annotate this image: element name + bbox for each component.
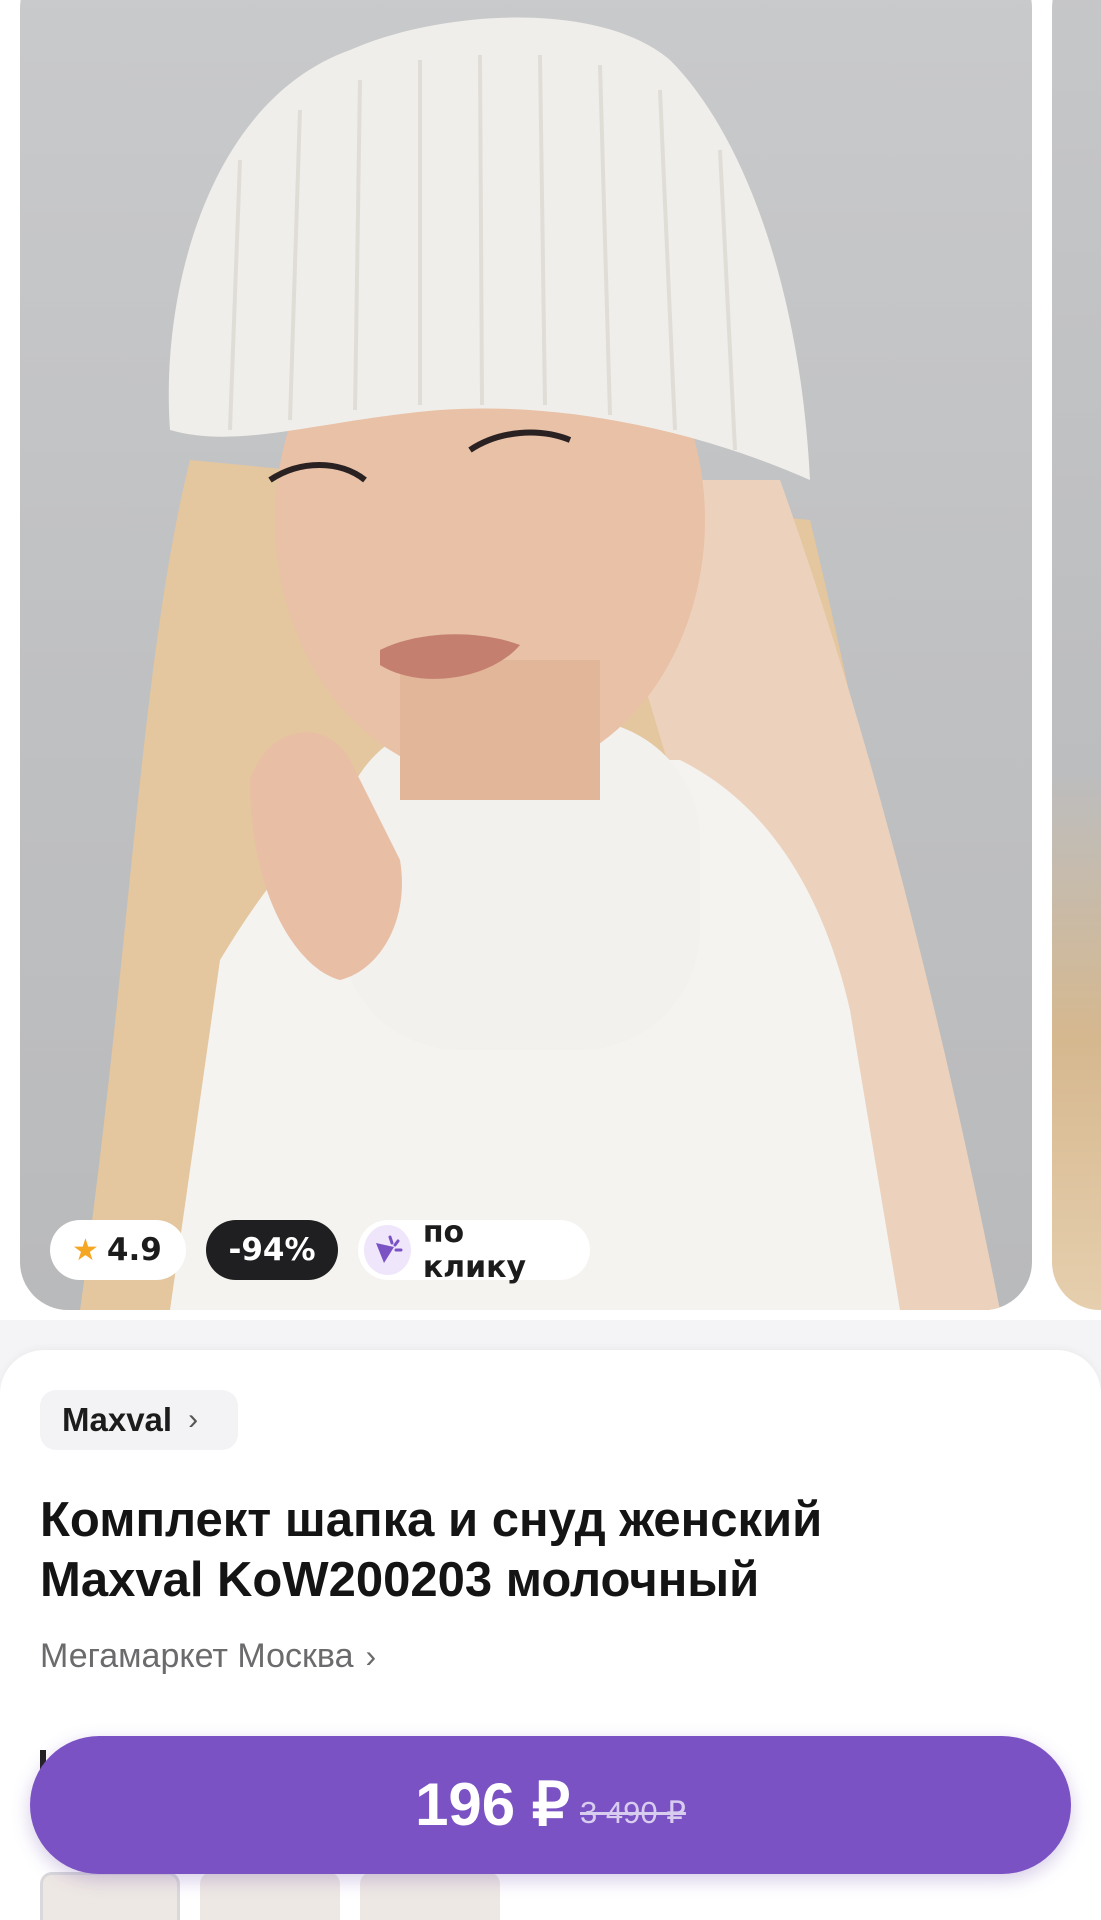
product-title-line-2: Maxval KoW200203 молочный (40, 1553, 760, 1607)
rating-badge: ★ 4.9 (50, 1220, 186, 1280)
current-price: 196 ₽ (415, 1771, 571, 1838)
product-photo-illustration (80, 17, 1000, 1310)
variant-thumbnails (40, 1872, 500, 1920)
seller-name: Мегамаркет Москва (40, 1636, 354, 1675)
brand-name: Maxval (62, 1401, 173, 1438)
next-product-photo[interactable] (1052, 0, 1101, 1310)
product-photo[interactable] (20, 0, 1032, 1310)
rating-value: 4.9 (106, 1232, 162, 1268)
click-discount-label: по клику (422, 1215, 527, 1285)
chevron-right-icon: › (365, 1637, 377, 1674)
photo-badges: ★ 4.9 -94% по клику (50, 1215, 590, 1285)
discount-value: -94% (228, 1232, 316, 1268)
chevron-right-icon: › (188, 1403, 199, 1436)
click-discount-badge[interactable]: по клику (358, 1215, 590, 1285)
product-page: ★ 4.9 -94% по клику Maxval › Комплект ша… (0, 0, 1101, 1920)
product-title-line-1: Комплект шапка и снуд женский (40, 1493, 823, 1547)
click-cursor-icon (364, 1225, 411, 1275)
variant-thumbnail[interactable] (40, 1872, 180, 1920)
star-icon: ★ (72, 1232, 99, 1268)
buy-button[interactable]: 196 ₽ 3 490 ₽ (30, 1736, 1071, 1874)
product-gallery[interactable]: ★ 4.9 -94% по клику (0, 0, 1101, 1320)
old-price: 3 490 ₽ (580, 1795, 686, 1830)
variant-thumbnail[interactable] (200, 1872, 340, 1920)
seller-link[interactable]: Мегамаркет Москва › (40, 1634, 376, 1678)
discount-badge: -94% (206, 1220, 338, 1280)
product-title: Комплект шапка и снуд женский Maxval KoW… (40, 1490, 1060, 1610)
brand-link[interactable]: Maxval › (40, 1390, 238, 1450)
variant-thumbnail[interactable] (360, 1872, 500, 1920)
